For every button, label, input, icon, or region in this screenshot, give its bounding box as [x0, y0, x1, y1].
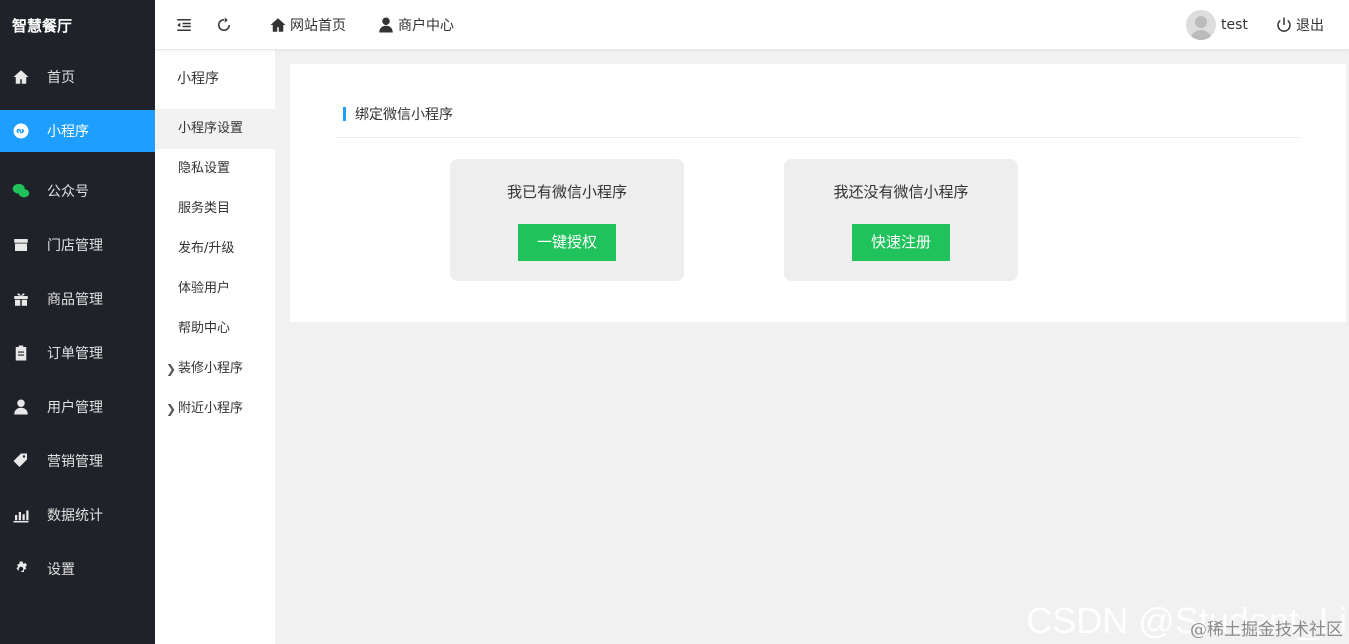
logout-button[interactable]: 退出 — [1275, 0, 1324, 50]
sidebar-item-label: 商品管理 — [47, 292, 103, 308]
sidebar-item-label: 订单管理 — [47, 346, 103, 362]
gift-icon — [12, 290, 30, 308]
authorize-button[interactable]: 一键授权 — [518, 224, 616, 261]
sidebar-item-label: 数据统计 — [47, 508, 103, 524]
chevron-right-icon: ❯ — [166, 402, 177, 416]
sidebar: 智慧餐厅 首页 小程序 公众号 门店管理 商品管理 订单管理 用户管理 营销管理… — [0, 0, 155, 644]
miniprogram-icon — [12, 122, 30, 140]
submenu-item-test-users[interactable]: 体验用户 — [155, 269, 275, 309]
sidebar-item-marketing[interactable]: 营销管理 — [0, 434, 155, 488]
card-text: 我已有微信小程序 — [506, 183, 627, 201]
user-icon — [379, 17, 393, 33]
gear-icon — [12, 560, 30, 578]
clipboard-icon — [12, 344, 30, 362]
watermark-juejin: @稀土掘金技术社区 — [1190, 620, 1343, 640]
submenu-item-decorate[interactable]: ❯ 装修小程序 — [155, 349, 275, 389]
sidebar-item-orders[interactable]: 订单管理 — [0, 326, 155, 380]
avatar — [1186, 10, 1216, 40]
tags-icon — [12, 452, 30, 470]
submenu-list: 小程序设置 隐私设置 服务类目 发布/升级 体验用户 帮助中心 ❯ 装修小程序 ❯… — [155, 109, 275, 429]
submenu-item-publish[interactable]: 发布/升级 — [155, 229, 275, 269]
refresh-button[interactable] — [215, 0, 233, 50]
sidebar-item-label: 营销管理 — [47, 454, 103, 470]
submenu-item-help[interactable]: 帮助中心 — [155, 309, 275, 349]
user-icon — [12, 398, 30, 416]
store-icon — [12, 236, 30, 254]
chevron-right-icon: ❯ — [166, 362, 177, 376]
sidebar-item-label: 用户管理 — [47, 400, 103, 416]
submenu-item-service-category[interactable]: 服务类目 — [155, 189, 275, 229]
sidebar-item-official-account[interactable]: 公众号 — [0, 164, 155, 218]
user-menu[interactable]: test — [1186, 0, 1248, 50]
sidebar-item-users[interactable]: 用户管理 — [0, 380, 155, 434]
wechat-icon — [12, 182, 30, 200]
power-icon — [1277, 17, 1291, 32]
card-text: 我还没有微信小程序 — [833, 183, 969, 201]
home-icon — [270, 18, 286, 32]
sidebar-item-label: 首页 — [47, 70, 75, 86]
submenu-item-nearby[interactable]: ❯ 附近小程序 — [155, 389, 275, 429]
submenu-item-privacy[interactable]: 隐私设置 — [155, 149, 275, 189]
merchant-center-link[interactable]: 商户中心 — [377, 0, 454, 50]
existing-miniprogram-card: 我已有微信小程序 一键授权 — [450, 159, 684, 281]
sidebar-item-statistics[interactable]: 数据统计 — [0, 488, 155, 542]
sidebar-item-store[interactable]: 门店管理 — [0, 218, 155, 272]
sidebar-item-label: 公众号 — [47, 184, 89, 200]
new-miniprogram-card: 我还没有微信小程序 快速注册 — [784, 159, 1018, 281]
chart-icon — [12, 506, 30, 524]
sidebar-item-home[interactable]: 首页 — [0, 50, 155, 104]
sidebar-item-settings[interactable]: 设置 — [0, 542, 155, 596]
submenu-title: 小程序 — [177, 71, 219, 87]
bind-miniprogram-panel: 绑定微信小程序 我已有微信小程序 一键授权 我还没有微信小程序 快速注册 — [290, 64, 1346, 322]
website-home-link[interactable]: 网站首页 — [269, 0, 346, 50]
top-header: 网站首页 商户中心 test 退出 — [155, 0, 1349, 50]
section-title: 绑定微信小程序 — [343, 104, 453, 124]
sidebar-item-products[interactable]: 商品管理 — [0, 272, 155, 326]
indent-icon — [177, 19, 191, 31]
submenu-panel: 小程序 小程序设置 隐私设置 服务类目 发布/升级 体验用户 帮助中心 ❯ 装修小… — [155, 0, 275, 644]
refresh-icon — [218, 17, 230, 31]
home-icon — [12, 68, 30, 86]
sidebar-item-miniprogram[interactable]: 小程序 — [0, 110, 155, 152]
divider — [335, 137, 1301, 138]
collapse-menu-button[interactable] — [175, 0, 193, 50]
quick-register-button[interactable]: 快速注册 — [852, 224, 950, 261]
submenu-item-settings[interactable]: 小程序设置 — [155, 109, 275, 149]
brand-title: 智慧餐厅 — [12, 17, 73, 35]
sidebar-item-label: 门店管理 — [47, 238, 103, 254]
sidebar-item-label: 设置 — [47, 562, 75, 578]
sidebar-item-label: 小程序 — [47, 124, 89, 140]
